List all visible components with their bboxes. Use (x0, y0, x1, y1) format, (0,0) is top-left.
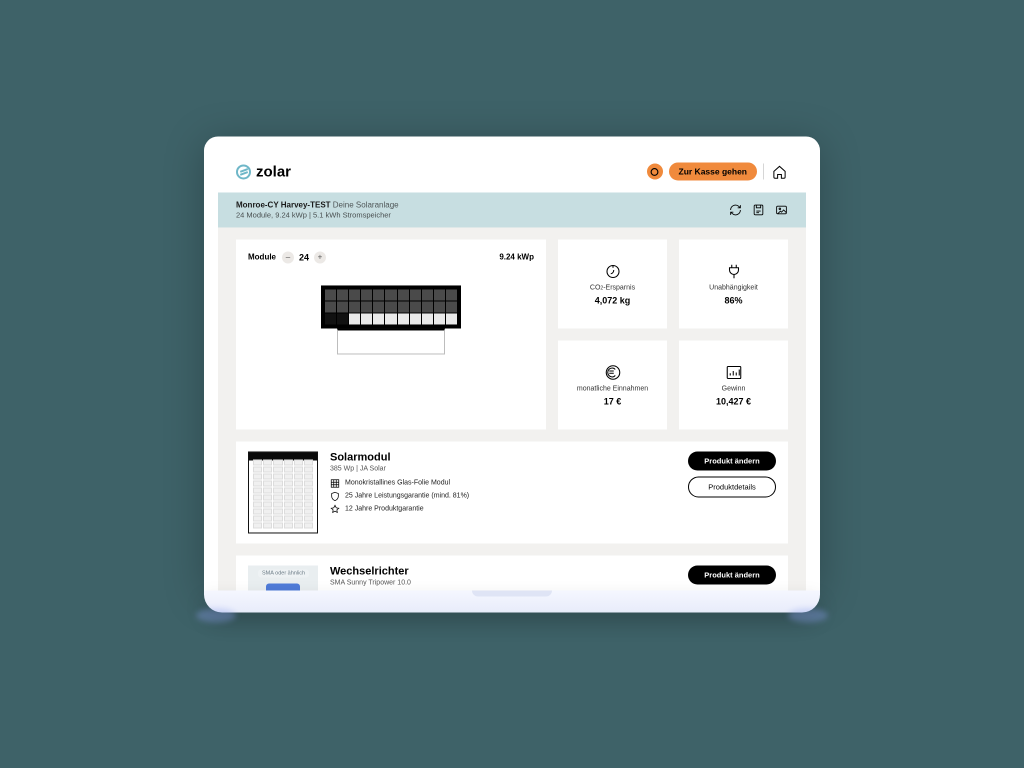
product-image (248, 451, 318, 533)
stat-independence-label: Unabhängigkeit (709, 284, 758, 291)
change-product-button[interactable]: Produkt ändern (688, 565, 776, 584)
divider (763, 163, 764, 179)
panel-illustration (321, 285, 461, 354)
main-content: Module – 24 + 9.24 kWp (218, 227, 806, 590)
guarantee-icon (330, 504, 340, 514)
module-decrement-button[interactable]: – (282, 251, 294, 263)
project-subtitle: Deine Solaranlage (333, 200, 399, 209)
module-type-icon (330, 478, 340, 488)
brand-text: zolar (256, 163, 291, 180)
stat-co2-label: CO2-Ersparnis (590, 284, 635, 291)
product-card-solarmodule: Solarmodul 385 Wp | JA Solar Monokristal… (236, 441, 788, 543)
info-chip-icon[interactable] (647, 163, 663, 179)
header-actions: Zur Kasse gehen (647, 162, 789, 180)
stat-monthly-value: 17 € (604, 396, 622, 406)
stat-monthly-label: monatliche Einnahmen (577, 385, 648, 392)
product-subtitle: 385 Wp | JA Solar (330, 465, 676, 472)
project-meta: 24 Module, 9.24 kWp | 5.1 kWh Stromspeic… (236, 211, 399, 222)
plug-icon (725, 262, 743, 280)
product-details-button[interactable]: Produktdetails (688, 476, 776, 497)
stat-co2-value: 4,072 kg (595, 295, 631, 305)
app-header: zolar Zur Kasse gehen (218, 150, 806, 192)
refresh-icon[interactable] (729, 204, 742, 217)
product-feature: 12 Jahre Produktgarantie (330, 504, 676, 514)
product-feature: Monokristallines Glas-Folie Modul (330, 478, 676, 488)
image-tag: SMA oder ähnlich (258, 569, 309, 577)
project-title-row: Monroe-CY Harvey-TEST Deine Solaranlage (236, 199, 399, 210)
module-increment-button[interactable]: + (314, 251, 326, 263)
stat-profit-value: 10,427 € (716, 396, 751, 406)
image-icon[interactable] (775, 204, 788, 217)
stat-co2: CO2-Ersparnis 4,072 kg (558, 239, 667, 328)
leaf-icon (604, 262, 622, 280)
project-name: Monroe-CY Harvey-TEST (236, 200, 331, 209)
banner-tools (729, 204, 788, 217)
checkout-button[interactable]: Zur Kasse gehen (669, 162, 758, 180)
module-stepper: – 24 + (282, 251, 326, 263)
product-title: Solarmodul (330, 451, 676, 463)
stat-independence: Unabhängigkeit 86% (679, 239, 788, 328)
module-configurator-card: Module – 24 + 9.24 kWp (236, 239, 546, 429)
stats-grid: CO2-Ersparnis 4,072 kg Unabhängigkeit 86… (558, 239, 788, 429)
home-button[interactable] (770, 162, 788, 180)
product-image: SMA oder ähnlich (248, 565, 318, 590)
stat-profit: Gewinn 10,427 € (679, 340, 788, 429)
app-viewport: zolar Zur Kasse gehen Monroe (218, 150, 806, 590)
save-icon[interactable] (752, 204, 765, 217)
product-feature: 25 Jahre Leistungsgarantie (mind. 81%) (330, 491, 676, 501)
euro-icon (604, 363, 622, 381)
brand-icon (236, 164, 251, 179)
module-label: Module (248, 253, 276, 262)
brand-logo[interactable]: zolar (236, 163, 291, 180)
warranty-icon (330, 491, 340, 501)
project-banner: Monroe-CY Harvey-TEST Deine Solaranlage … (218, 192, 806, 227)
module-count: 24 (299, 252, 309, 262)
product-subtitle: SMA Sunny Tripower 10.0 (330, 579, 676, 586)
stat-monthly: monatliche Einnahmen 17 € (558, 340, 667, 429)
product-card-inverter: SMA oder ähnlich Wechselrichter SMA Sunn… (236, 555, 788, 590)
product-title: Wechselrichter (330, 565, 676, 577)
stat-independence-value: 86% (724, 295, 742, 305)
change-product-button[interactable]: Produkt ändern (688, 451, 776, 470)
module-power: 9.24 kWp (499, 253, 534, 262)
chart-icon (725, 363, 743, 381)
stat-profit-label: Gewinn (722, 385, 746, 392)
